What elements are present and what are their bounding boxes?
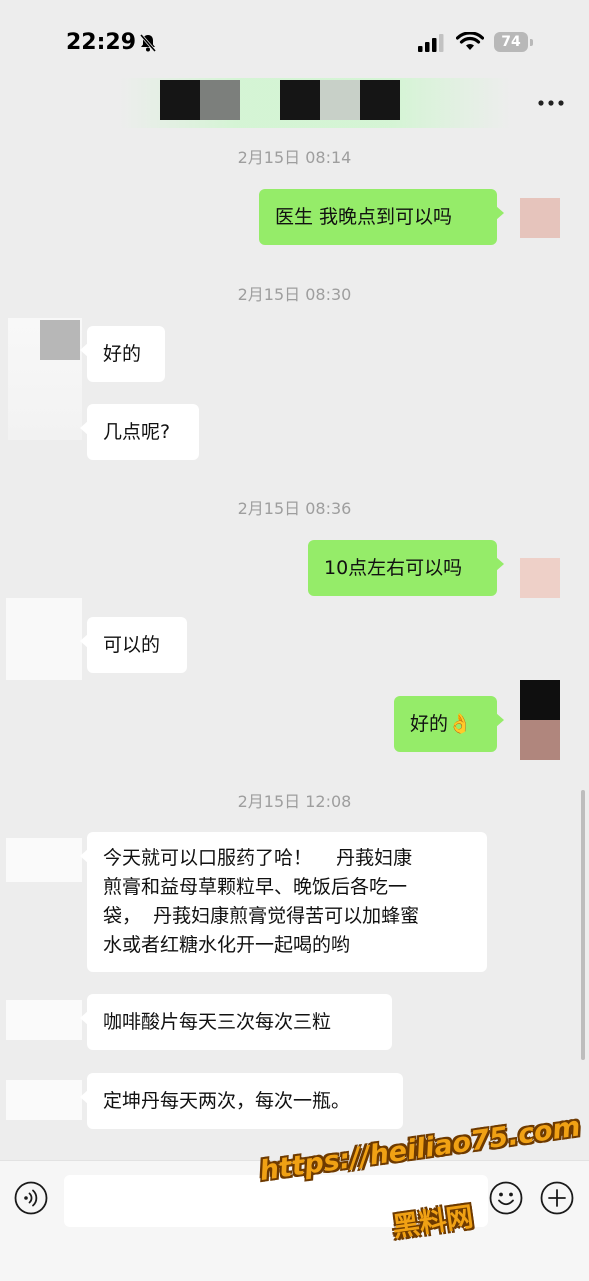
- status-bar: 22:29 74: [0, 0, 589, 70]
- message-line: 煎膏和益母草颗粒早、晚饭后各吃一: [103, 876, 408, 898]
- message-bubble-incoming[interactable]: 咖啡酸片每天三次每次三粒: [80, 994, 392, 1050]
- contact-avatar[interactable]: [6, 598, 82, 680]
- my-avatar[interactable]: [520, 558, 560, 598]
- message-bubble-incoming[interactable]: 可以的: [80, 617, 187, 673]
- my-avatar[interactable]: [520, 198, 560, 238]
- timestamp: 2月15日 12:08: [237, 792, 352, 811]
- timestamp: 2月15日 08:36: [237, 499, 352, 518]
- bell-slash-icon: [139, 34, 157, 52]
- timestamp: 2月15日 08:14: [237, 148, 352, 167]
- plus-icon[interactable]: [540, 1181, 574, 1215]
- contact-avatar[interactable]: [8, 318, 82, 440]
- chat-header: [0, 70, 589, 134]
- contact-avatar[interactable]: [6, 1080, 82, 1120]
- cellular-signal-icon: [418, 34, 444, 52]
- message-bubble-incoming[interactable]: 好的: [80, 326, 165, 382]
- emoji-icon[interactable]: [489, 1181, 523, 1215]
- message-bubble-outgoing[interactable]: 10点左右可以吗: [308, 540, 504, 596]
- more-icon[interactable]: [536, 98, 566, 108]
- message-bubble-incoming[interactable]: 定坤丹每天两次，每次一瓶。: [80, 1073, 403, 1129]
- wifi-icon: [456, 32, 484, 50]
- message-bubble-incoming[interactable]: 今天就可以口服药了哈！ 丹莪妇康 煎膏和益母草颗粒早、晚饭后各吃一 袋， 丹莪妇…: [80, 832, 487, 972]
- scrollbar[interactable]: [581, 790, 585, 1060]
- message-bubble-outgoing[interactable]: 好的👌: [394, 696, 504, 752]
- message-bubble-incoming[interactable]: 几点呢?: [80, 404, 199, 460]
- status-time: 22:29: [66, 30, 137, 55]
- contact-avatar[interactable]: [6, 838, 82, 882]
- battery-level: 74: [501, 34, 521, 50]
- my-avatar[interactable]: [520, 680, 560, 760]
- contact-avatar[interactable]: [6, 1000, 82, 1040]
- voice-icon[interactable]: [14, 1181, 48, 1215]
- message-line: 水或者红糖水化开一起喝的哟: [103, 934, 351, 956]
- battery-icon: 74: [494, 32, 536, 54]
- timestamp: 2月15日 08:30: [237, 285, 352, 304]
- message-line: 袋， 丹莪妇康煎膏觉得苦可以加蜂蜜: [103, 905, 420, 927]
- message-line: 今天就可以口服药了哈！ 丹莪妇康: [103, 847, 413, 869]
- message-bubble-outgoing[interactable]: 医生 我晚点到可以吗: [259, 189, 504, 245]
